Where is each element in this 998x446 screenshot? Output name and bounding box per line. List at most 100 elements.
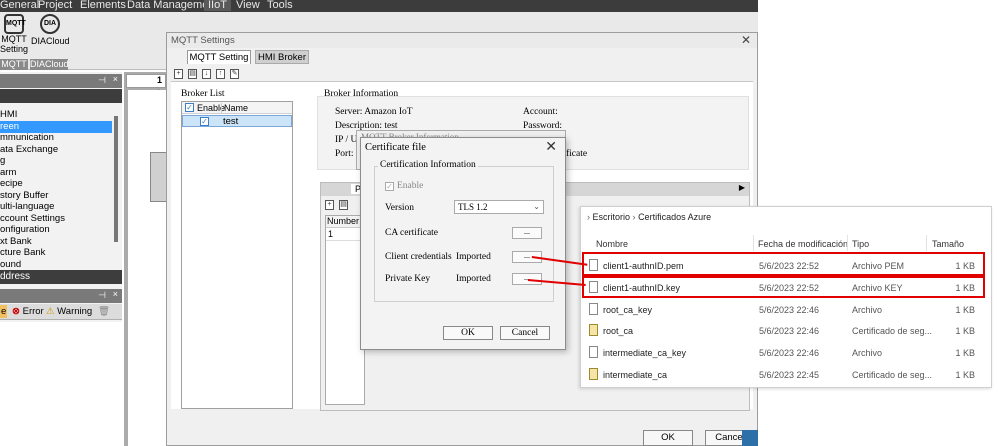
chevron-right-icon: › (632, 212, 636, 222)
column-separator[interactable] (926, 235, 927, 251)
enable-label: Enable (397, 181, 424, 191)
tree-item[interactable]: cture Bank (0, 247, 45, 259)
breadcrumb-escritorio[interactable]: Escritorio (593, 212, 631, 222)
client-status: Imported (456, 252, 491, 262)
left-panel: ⊣ × HMI reen mmunication ata Exchange g arm ec… (0, 72, 122, 446)
diacloud-button[interactable]: DIA DIACloud (31, 14, 70, 58)
tree-item[interactable]: mmunication (0, 132, 54, 144)
file-name: root_ca (603, 326, 634, 337)
file-type: Certificado de seg... (852, 370, 933, 380)
move-up-icon[interactable]: ↑ (216, 69, 225, 79)
pin-icon[interactable]: ⊣ (98, 290, 106, 301)
move-down-icon[interactable]: ↓ (202, 69, 211, 79)
tree-item[interactable]: reen (0, 120, 112, 133)
menu-project[interactable]: Project (38, 0, 72, 11)
ca-browse-button[interactable]: ... (512, 227, 542, 239)
tab-hmi-broker[interactable]: HMI Broker (255, 50, 309, 64)
copy-icon[interactable]: ▤ (188, 69, 197, 79)
add-icon[interactable]: + (174, 69, 183, 79)
tree-item[interactable]: story Buffer (0, 190, 48, 202)
edit-icon[interactable]: ✎ (230, 69, 239, 79)
cancel-button[interactable]: Cancel (500, 326, 550, 340)
column-separator[interactable] (753, 235, 754, 251)
column-type[interactable]: Tipo (852, 239, 869, 249)
chevron-down-icon: ⌄ (533, 202, 540, 211)
menu-tools[interactable]: Tools (267, 0, 293, 11)
menu-elements[interactable]: Elements (80, 0, 126, 11)
enable-checkbox[interactable]: ✓ (385, 182, 394, 191)
version-select[interactable]: TLS 1.2 ⌄ (454, 200, 544, 214)
file-row[interactable]: intermediate_ca_key 5/6/2023 22:46 Archivo… (581, 343, 993, 363)
file-size: 1 KB (955, 370, 975, 380)
column-name[interactable]: Nombre (596, 239, 628, 249)
cloud-icon: DIA (40, 14, 60, 34)
window-title: MQTT Settings (167, 33, 757, 48)
tree-item[interactable]: xt Bank (0, 236, 32, 248)
tree-item[interactable]: arm (0, 167, 16, 179)
file-name: root_ca_key (603, 304, 653, 315)
version-label: Version (385, 203, 415, 213)
publish-table: Number 1 (325, 215, 365, 405)
mqtt-setting-button[interactable]: MQTT MQTT Setting (0, 14, 28, 58)
ok-button[interactable]: OK (643, 430, 693, 446)
mqtt-button-label2: Setting (0, 44, 29, 54)
enable-checkbox[interactable]: ✓ (200, 117, 209, 126)
info-filter-button[interactable]: e (0, 305, 8, 318)
tree-item[interactable]: ulti-language (0, 201, 54, 213)
broker-list-label: Broker List (181, 89, 225, 99)
tree-scrollbar[interactable] (114, 116, 118, 242)
diacloud-button-label: DIACloud (31, 36, 70, 46)
tree-item[interactable]: g (0, 155, 5, 167)
column-separator[interactable] (847, 235, 848, 251)
close-icon[interactable]: × (113, 289, 118, 299)
panel-title-bar (0, 89, 122, 103)
file-row[interactable]: root_ca 5/6/2023 22:46 Certificado de seg.… (581, 321, 993, 341)
file-date: 5/6/2023 22:45 (759, 370, 820, 380)
file-name: intermediate_ca_key (603, 348, 687, 359)
column-size[interactable]: Tamaño (932, 239, 964, 249)
column-date[interactable]: Fecha de modificación (758, 239, 848, 249)
file-row[interactable]: intermediate_ca 5/6/2023 22:45 Certificado… (581, 365, 993, 385)
trash-icon[interactable]: 🗑 (98, 305, 110, 318)
tree-item[interactable]: ound (0, 259, 21, 271)
certificate-dialog: Certificate file ✕ Certification Informa… (360, 137, 566, 350)
pin-icon[interactable]: ⊣ (98, 75, 106, 86)
tree-item[interactable]: onfiguration (0, 224, 50, 236)
file-date: 5/6/2023 22:46 (759, 348, 820, 359)
close-icon[interactable]: × (113, 74, 118, 84)
menu-iiot[interactable]: IIoT (204, 0, 231, 11)
file-icon (589, 346, 598, 359)
chevron-right-icon: › (587, 212, 590, 222)
close-icon[interactable]: ✕ (741, 33, 751, 47)
tab-mqtt-setting[interactable]: MQTT Setting (187, 50, 251, 64)
version-value: TLS 1.2 (458, 202, 488, 212)
tree-item[interactable]: ata Exchange (0, 144, 58, 156)
close-icon[interactable]: ✕ (545, 139, 557, 156)
breadcrumb-certificados[interactable]: Certificados Azure (638, 212, 711, 222)
tree-item[interactable]: HMI (0, 109, 17, 121)
table-row[interactable]: 1 (326, 229, 364, 241)
ok-button[interactable]: OK (443, 326, 493, 340)
error-filter-button[interactable]: ⊗ Error (12, 305, 44, 318)
file-size: 1 KB (955, 326, 975, 337)
header-name: Name (221, 103, 248, 113)
tree-item[interactable]: ecipe (0, 178, 23, 190)
file-type: Certificado de seg... (852, 326, 933, 337)
menu-general[interactable]: General (0, 0, 39, 11)
menu-view[interactable]: View (236, 0, 260, 11)
key-status: Imported (456, 274, 491, 284)
select-all-checkbox[interactable]: ✓ (185, 103, 194, 112)
highlight-pem (582, 252, 985, 276)
file-type: Archivo (852, 348, 883, 359)
add-icon[interactable]: + (325, 200, 334, 210)
taskbar-icon[interactable] (742, 430, 758, 446)
screen-tab[interactable]: 1 - (126, 74, 166, 95)
mqtt-button-label: MQTT (1, 34, 27, 44)
broker-row[interactable]: ✓ test (182, 115, 292, 127)
tree-item[interactable]: ccount Settings (0, 213, 65, 225)
file-row[interactable]: root_ca_key 5/6/2023 22:46 Archivo 1 KB (581, 300, 993, 320)
chevron-right-icon[interactable]: ▶ (739, 183, 745, 192)
warning-filter-button[interactable]: ⚠ Warning (46, 305, 92, 318)
copy-icon[interactable]: ▤ (339, 200, 348, 210)
file-size: 1 KB (955, 304, 975, 315)
